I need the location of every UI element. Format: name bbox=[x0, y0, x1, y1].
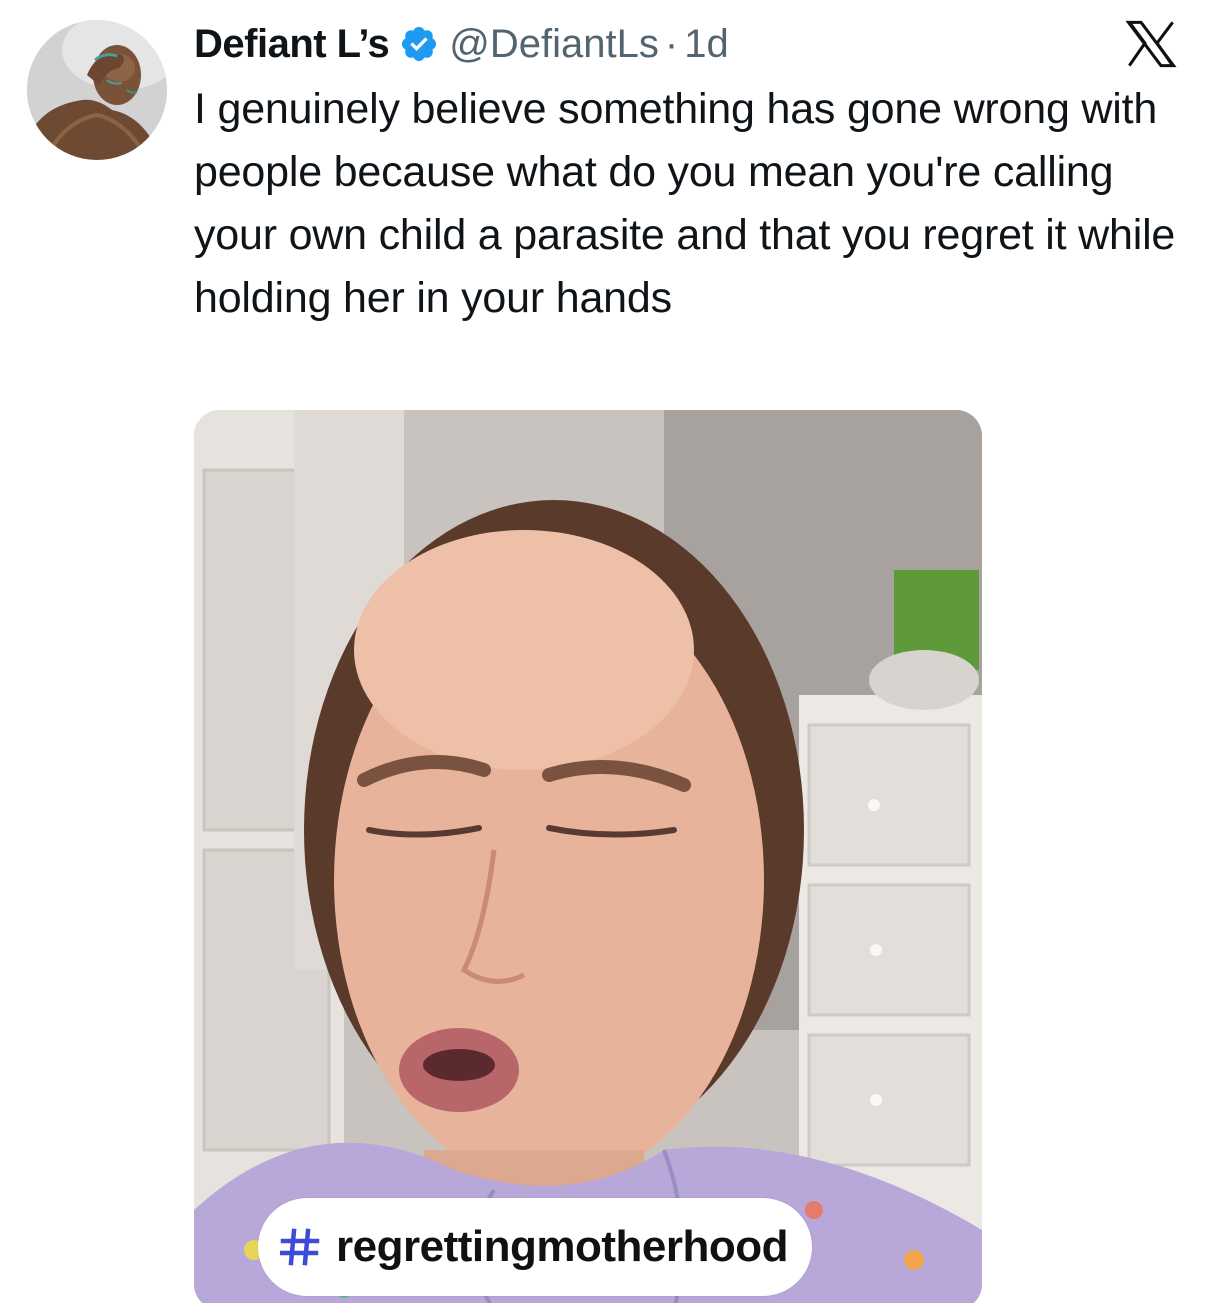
display-name[interactable]: Defiant L’s bbox=[194, 22, 390, 67]
avatar-statue-image bbox=[27, 20, 167, 160]
tweet-text: I genuinely believe something has gone w… bbox=[194, 85, 1176, 322]
handle[interactable]: @DefiantLs bbox=[449, 22, 659, 67]
hash-icon bbox=[280, 1228, 320, 1266]
tweet-header: Defiant L’s @DefiantLs · 1d bbox=[194, 16, 729, 72]
hashtag-label: regrettingmotherhood bbox=[336, 1222, 788, 1271]
tweet-card: Defiant L’s @DefiantLs · 1d I genuinely … bbox=[0, 0, 1206, 1303]
timestamp[interactable]: 1d bbox=[684, 22, 729, 67]
avatar[interactable] bbox=[27, 20, 167, 160]
tweet-media-video[interactable]: regrettingmotherhood bbox=[194, 410, 982, 1303]
hashtag-overlay: regrettingmotherhood bbox=[258, 1198, 812, 1296]
video-frame-image bbox=[194, 410, 982, 1303]
x-logo-icon[interactable] bbox=[1125, 20, 1177, 68]
separator-dot: · bbox=[664, 21, 679, 66]
verified-badge-icon bbox=[402, 26, 437, 62]
